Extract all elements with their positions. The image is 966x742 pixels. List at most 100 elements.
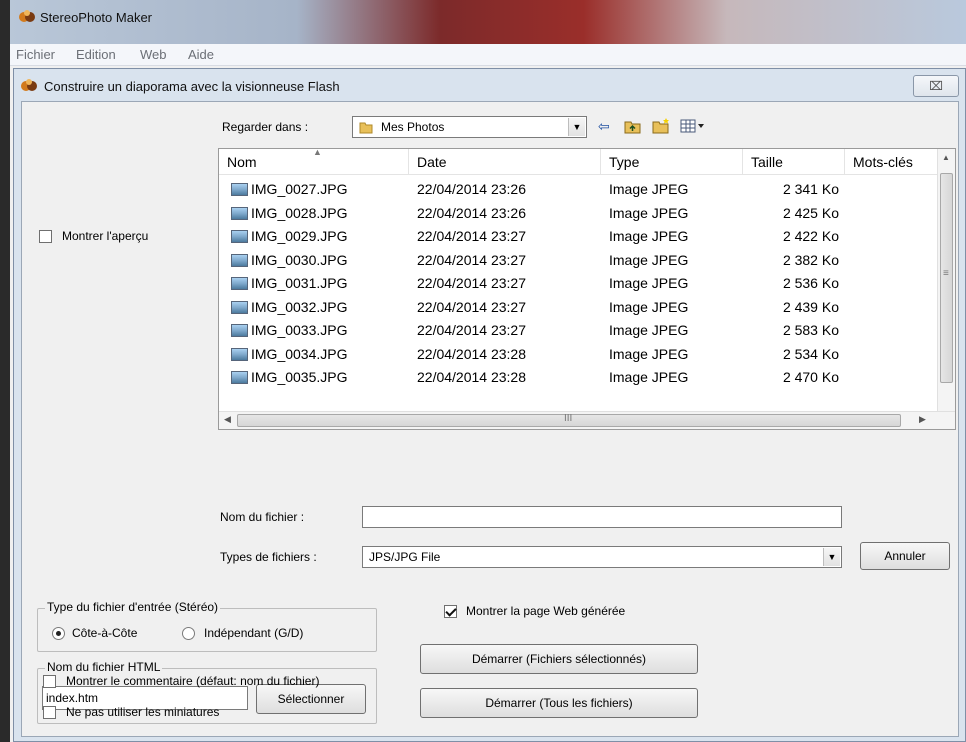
- table-row[interactable]: IMG_0027.JPG 22/04/2014 23:26 Image JPEG 2 …: [219, 178, 939, 202]
- file-date-cell: 22/04/2014 23:27: [417, 275, 526, 291]
- file-list-header: Nom ▲ Date Type Taille Mots-clés: [219, 149, 939, 175]
- file-size-cell: 2 425 Ko: [782, 204, 839, 221]
- file-list[interactable]: Nom ▲ Date Type Taille Mots-clés IMG_002…: [218, 148, 956, 430]
- start-selected-button[interactable]: Démarrer (Fichiers sélectionnés): [420, 644, 698, 674]
- select-html-button[interactable]: Sélectionner: [256, 684, 366, 714]
- file-name-cell: IMG_0032.JPG: [251, 298, 348, 315]
- table-row[interactable]: IMG_0034.JPG 22/04/2014 23:28 Image JPEG 2 …: [219, 343, 939, 367]
- look-in-combo[interactable]: Mes Photos ▼: [352, 116, 587, 138]
- table-row[interactable]: IMG_0029.JPG 22/04/2014 23:27 Image JPEG 2 …: [219, 225, 939, 249]
- file-date-cell: 22/04/2014 23:27: [417, 251, 526, 268]
- view-menu-icon[interactable]: [680, 119, 704, 133]
- show-preview-checkbox[interactable]: [39, 230, 52, 243]
- column-header-size[interactable]: Taille: [743, 149, 845, 175]
- show-comment-checkbox[interactable]: [43, 675, 56, 688]
- file-date-cell: 22/04/2014 23:27: [417, 322, 526, 338]
- dialog-client-area: Regarder dans : Mes Photos ▼ ⇦ Montrer l…: [21, 101, 959, 737]
- html-file-value: index.htm: [46, 691, 99, 705]
- look-in-label: Regarder dans :: [222, 120, 309, 134]
- file-name-cell: IMG_0034.JPG: [251, 345, 348, 362]
- scroll-right-icon[interactable]: ▶: [919, 414, 926, 425]
- show-comment-label: Montrer le commentaire (défaut: nom du f…: [66, 674, 320, 688]
- back-arrow-icon[interactable]: ⇦: [598, 118, 610, 135]
- file-size-cell: 2 470 Ko: [782, 369, 839, 385]
- file-name-label: Nom du fichier :: [220, 510, 305, 524]
- chevron-down-icon[interactable]: ▼: [568, 118, 585, 136]
- table-row[interactable]: IMG_0031.JPG 22/04/2014 23:27 Image JPEG 2 …: [219, 272, 939, 296]
- image-file-icon: [231, 253, 248, 267]
- start-all-button[interactable]: Démarrer (Tous les fichiers): [420, 688, 698, 718]
- file-types-label: Types de fichiers :: [220, 550, 317, 564]
- file-date-cell: 22/04/2014 23:28: [417, 345, 526, 362]
- folder-icon: [359, 122, 373, 134]
- close-button[interactable]: ⌧: [913, 75, 959, 97]
- show-web-page-label: Montrer la page Web générée: [466, 604, 626, 618]
- image-file-icon: [231, 206, 248, 220]
- file-size-cell: 2 422 Ko: [782, 228, 839, 244]
- horizontal-scroll-thumb[interactable]: III: [237, 413, 901, 427]
- table-row[interactable]: IMG_0032.JPG 22/04/2014 23:27 Image JPEG 2 …: [219, 296, 939, 320]
- scroll-grip-icon: ≡: [943, 268, 949, 279]
- file-type-cell: Image JPEG: [609, 369, 689, 385]
- menu-aide[interactable]: Aide: [188, 47, 214, 62]
- scroll-up-icon[interactable]: ▲: [942, 153, 950, 162]
- new-folder-icon[interactable]: [652, 117, 671, 134]
- menu-edition[interactable]: Edition: [76, 47, 116, 62]
- file-name-cell: IMG_0033.JPG: [251, 322, 348, 338]
- file-type-cell: Image JPEG: [609, 322, 689, 338]
- file-size-cell: 2 341 Ko: [782, 181, 839, 197]
- file-name-cell: IMG_0030.JPG: [251, 251, 348, 268]
- slideshow-dialog: Construire un diaporama avec la visionne…: [13, 68, 966, 742]
- file-type-cell: Image JPEG: [609, 251, 689, 268]
- file-type-cell: Image JPEG: [609, 275, 689, 291]
- column-header-name[interactable]: Nom ▲: [219, 149, 409, 175]
- table-row[interactable]: IMG_0033.JPG 22/04/2014 23:27 Image JPEG 2 …: [219, 319, 939, 343]
- chevron-down-icon[interactable]: ▼: [823, 548, 840, 566]
- image-file-icon: [231, 347, 248, 361]
- file-size-cell: 2 583 Ko: [782, 322, 839, 338]
- file-size-cell: 2 536 Ko: [782, 275, 839, 291]
- file-date-cell: 22/04/2014 23:26: [417, 181, 526, 197]
- file-name-input[interactable]: [362, 506, 842, 528]
- app-title: StereoPhoto Maker: [40, 10, 153, 25]
- menu-fichier[interactable]: Fichier: [16, 47, 55, 62]
- scroll-left-icon[interactable]: ◀: [224, 414, 231, 425]
- look-in-value: Mes Photos: [381, 120, 445, 134]
- image-file-icon: [231, 300, 248, 314]
- file-type-cell: Image JPEG: [609, 204, 689, 221]
- dialog-title: Construire un diaporama avec la visionne…: [44, 79, 340, 94]
- file-type-cell: Image JPEG: [609, 298, 689, 315]
- vertical-scrollbar[interactable]: ▲ ≡: [937, 149, 955, 413]
- independent-radio[interactable]: [182, 627, 195, 640]
- show-web-page-checkbox[interactable]: [444, 605, 457, 618]
- vertical-scroll-thumb[interactable]: ≡: [940, 173, 953, 383]
- image-file-icon: [231, 324, 248, 337]
- app-logo-icon: [19, 10, 35, 22]
- file-name-cell: IMG_0031.JPG: [251, 275, 348, 291]
- image-file-icon: [231, 230, 248, 243]
- file-date-cell: 22/04/2014 23:28: [417, 369, 526, 385]
- up-folder-icon[interactable]: [624, 119, 641, 134]
- file-size-cell: 2 439 Ko: [782, 298, 839, 315]
- column-header-date[interactable]: Date: [409, 149, 601, 175]
- file-types-combo[interactable]: JPS/JPG File ▼: [362, 546, 842, 568]
- show-preview-label: Montrer l'aperçu: [62, 229, 149, 243]
- file-type-cell: Image JPEG: [609, 345, 689, 362]
- file-name-cell: IMG_0029.JPG: [251, 228, 348, 244]
- table-row[interactable]: IMG_0028.JPG 22/04/2014 23:26 Image JPEG 2 …: [219, 202, 939, 226]
- file-type-cell: Image JPEG: [609, 181, 689, 197]
- column-header-keywords[interactable]: Mots-clés: [845, 149, 939, 175]
- no-thumbnails-checkbox[interactable]: [43, 706, 56, 719]
- file-date-cell: 22/04/2014 23:27: [417, 228, 526, 244]
- independent-label: Indépendant (G/D): [204, 626, 304, 640]
- menu-web[interactable]: Web: [140, 47, 167, 62]
- side-by-side-radio[interactable]: [52, 627, 65, 640]
- input-type-caption: Type du fichier d'entrée (Stéréo): [45, 600, 221, 614]
- table-row[interactable]: IMG_0035.JPG 22/04/2014 23:28 Image JPEG 2 …: [219, 366, 939, 390]
- table-row[interactable]: IMG_0030.JPG 22/04/2014 23:27 Image JPEG 2 …: [219, 249, 939, 273]
- horizontal-scrollbar[interactable]: ◀ III ▶: [219, 411, 955, 429]
- column-header-type[interactable]: Type: [601, 149, 743, 175]
- menubar: Fichier Edition Web Aide: [10, 44, 966, 66]
- file-size-cell: 2 382 Ko: [782, 251, 839, 268]
- cancel-button[interactable]: Annuler: [860, 542, 950, 570]
